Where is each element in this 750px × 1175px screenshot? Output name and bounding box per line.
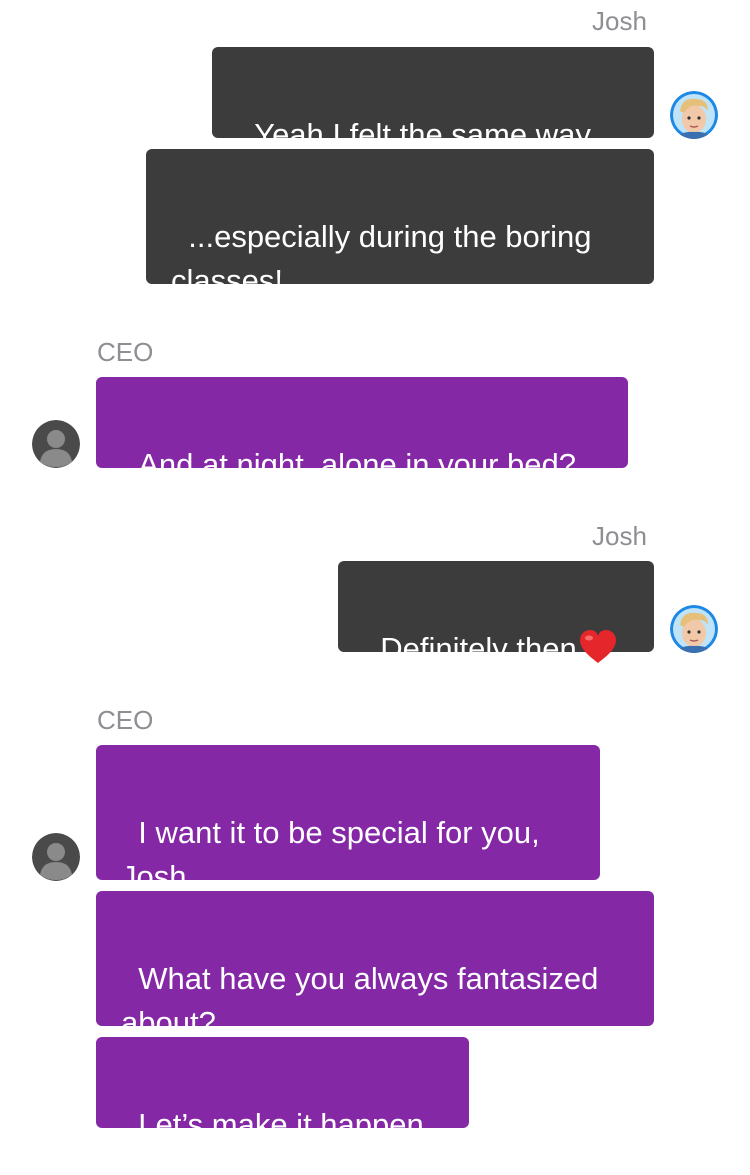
message-text: ...especially during the boring classes! xyxy=(171,219,601,298)
josh-avatar-icon[interactable] xyxy=(670,91,718,139)
sender-name-josh: Josh xyxy=(592,6,647,36)
message-text: I want it to be special for you, Josh. xyxy=(121,815,549,894)
message-bubble[interactable]: And at night, alone in your bed? xyxy=(96,377,628,482)
message-bubble[interactable]: ...especially during the boring classes! xyxy=(146,149,654,298)
sender-name-ceo: CEO xyxy=(97,337,154,367)
message-bubble[interactable]: Let’s make it happen. xyxy=(96,1037,469,1142)
message-text: And at night, alone in your bed? xyxy=(138,447,577,482)
message-text: Yeah I felt the same way... xyxy=(254,117,615,152)
message-bubble[interactable]: Definitely then xyxy=(338,561,654,666)
red-heart-emoji-icon xyxy=(579,630,617,664)
message-bubble[interactable]: Yeah I felt the same way... xyxy=(212,47,654,152)
message-text: Definitely then xyxy=(380,631,577,666)
josh-avatar-icon[interactable] xyxy=(670,605,718,653)
message-text: Let’s make it happen. xyxy=(138,1107,433,1142)
message-text: What have you always fantasized about? xyxy=(121,961,607,1040)
message-bubble[interactable]: What have you always fantasized about? xyxy=(96,891,654,1040)
sender-name-ceo: CEO xyxy=(97,705,154,735)
sender-name-josh: Josh xyxy=(592,521,647,551)
ceo-avatar-icon[interactable] xyxy=(32,833,80,881)
message-bubble[interactable]: I want it to be special for you, Josh. xyxy=(96,745,600,894)
ceo-avatar-icon[interactable] xyxy=(32,420,80,468)
